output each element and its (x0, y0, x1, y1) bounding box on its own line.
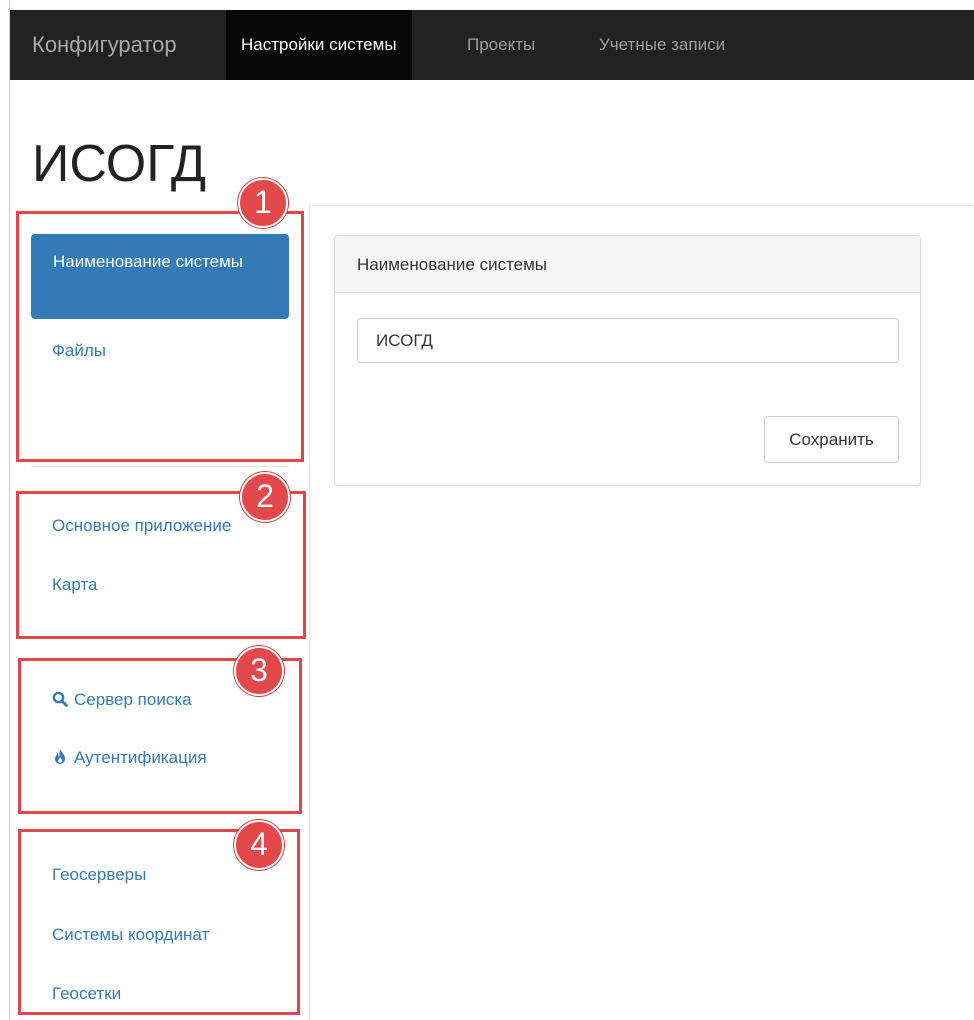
panel-heading: Наименование системы (335, 236, 920, 293)
nav-tab-accounts[interactable]: Учетные записи (584, 10, 740, 80)
system-name-panel: Наименование системы Сохранить (334, 235, 921, 486)
callout-box-1 (16, 211, 304, 462)
callout-badge-3: 3 (234, 646, 284, 696)
callout-badge-2: 2 (240, 472, 290, 522)
nav-tab-system-settings[interactable]: Настройки системы (226, 10, 412, 80)
callout-badge-4: 4 (234, 820, 284, 870)
top-navbar: Конфигуратор Настройки системы Проекты У… (10, 10, 974, 80)
page-title: ИСОГД (32, 135, 207, 193)
save-button[interactable]: Сохранить (764, 416, 899, 463)
navbar-brand[interactable]: Конфигуратор (32, 10, 177, 80)
title-divider (310, 205, 974, 206)
system-name-input[interactable] (357, 318, 899, 363)
sidebar-divider (31, 466, 289, 467)
nav-tab-projects[interactable]: Проекты (452, 10, 550, 80)
callout-badge-1: 1 (238, 178, 288, 228)
